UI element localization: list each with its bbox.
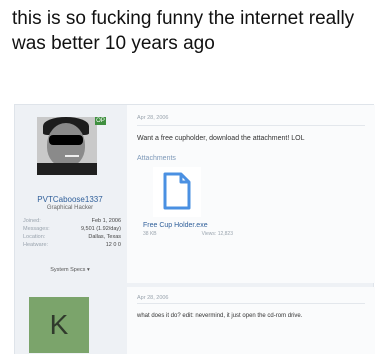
avatar-sunglasses xyxy=(49,135,83,145)
user-stats: Joined: Feb 1, 2006 Messages: 9,501 (1.92/… xyxy=(23,217,121,249)
system-specs-toggle[interactable]: System Specs ▾ xyxy=(15,267,125,273)
avatar-body xyxy=(37,163,97,175)
post-date: Apr 28, 2006 xyxy=(137,115,169,121)
post-divider xyxy=(137,125,365,126)
forum-post-1: OP PVTCaboose1337 Graphical Hacker Joine… xyxy=(15,105,375,283)
post-content: Apr 28, 2006 what does it do? edit: neve… xyxy=(127,287,375,354)
post-message: Want a free cupholder, download the atta… xyxy=(137,135,305,142)
user-avatar-letter[interactable]: K xyxy=(29,297,89,353)
user-title: Graphical Hacker xyxy=(46,205,94,211)
stat-heatware: Heatware: 12 0 0 xyxy=(23,241,121,249)
attachment-size: 38 KB xyxy=(143,231,157,237)
avatar-face xyxy=(47,123,85,167)
attachments-label: Attachments xyxy=(137,155,176,162)
post-message: what does it do? edit: nevermind, it jus… xyxy=(137,313,303,319)
forum-thread: OP PVTCaboose1337 Graphical Hacker Joine… xyxy=(14,104,375,354)
op-badge: OP xyxy=(95,117,106,125)
avatar-cigarette xyxy=(65,155,79,157)
user-info-panel: OP PVTCaboose1337 Graphical Hacker Joine… xyxy=(15,105,127,283)
stat-label: Joined: xyxy=(23,218,41,224)
stat-label: Location: xyxy=(23,234,46,240)
file-icon xyxy=(163,172,191,210)
stat-location: Location: Dallas, Texas xyxy=(23,233,121,241)
username-link[interactable]: PVTCaboose1337 xyxy=(15,195,125,204)
user-avatar[interactable] xyxy=(37,117,97,175)
stat-joined: Joined: Feb 1, 2006 xyxy=(23,217,121,225)
attachment-meta: 38 KB Views: 12,823 xyxy=(143,231,233,237)
stat-label: Messages: xyxy=(23,226,50,232)
stat-value: Dallas, Texas xyxy=(88,234,121,240)
stat-value: 12 0 0 xyxy=(105,242,121,248)
attachment-thumbnail[interactable] xyxy=(153,167,201,217)
stat-label: Heatware: xyxy=(23,242,49,248)
stat-value: 9,501 (1.92/day) xyxy=(80,226,121,232)
user-info-panel: K xyxy=(15,287,127,354)
forum-post-2: K Apr 28, 2006 what does it do? edit: ne… xyxy=(15,287,375,354)
stat-messages: Messages: 9,501 (1.92/day) xyxy=(23,225,121,233)
attachment-views: Views: 12,823 xyxy=(201,231,233,237)
stat-value: Feb 1, 2006 xyxy=(91,218,121,224)
post-date: Apr 28, 2006 xyxy=(137,295,169,301)
post-divider xyxy=(137,303,365,304)
post-content: Apr 28, 2006 Want a free cupholder, down… xyxy=(127,105,375,283)
attachment-filename-link[interactable]: Free Cup Holder.exe xyxy=(143,222,208,229)
op-badge-label: OP xyxy=(96,118,105,124)
caption-text: this is so fucking funny the internet re… xyxy=(12,8,355,54)
